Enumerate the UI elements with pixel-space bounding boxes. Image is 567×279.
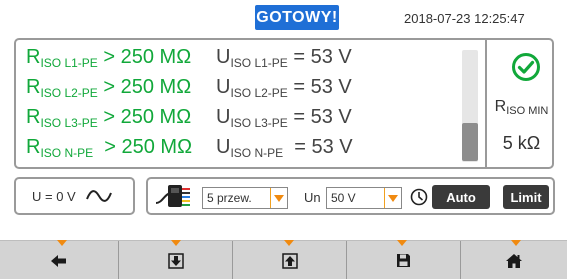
results-scrollbar[interactable] (462, 50, 478, 162)
result-row-n-pe: RISO N-PE > 250 MΩ UISO N-PE = 53 V (26, 136, 353, 162)
plug-adapter-icon[interactable] (154, 181, 194, 213)
un-select[interactable]: 50 V (326, 187, 402, 209)
voltage-box: U = 0 V (14, 177, 135, 215)
meter-screen: GOTOWY! 2018-07-23 12:25:47 RISO L1-PE >… (0, 0, 567, 279)
upload-arrow-icon (281, 252, 298, 269)
riso-l2-pe: RISO L2-PE > 250 MΩ (26, 76, 192, 100)
result-row-l1-pe: RISO L1-PE > 250 MΩ UISO L1-PE = 53 V (26, 46, 352, 72)
uiso-l1-pe: UISO L1-PE = 53 V (216, 46, 352, 70)
home-button[interactable] (461, 241, 567, 279)
riso-n-pe: RISO N-PE > 250 MΩ (26, 136, 193, 160)
wires-select[interactable]: 5 przew. (202, 187, 288, 209)
uiso-l3-pe: UISO L3-PE = 53 V (216, 106, 352, 130)
uiso-l2-pe: UISO L2-PE = 53 V (216, 76, 352, 100)
riso-l1-pe: RISO L1-PE > 250 MΩ (26, 46, 192, 70)
bottom-nav-bar (0, 240, 567, 279)
riso-min-value: 5 kΩ (502, 133, 541, 153)
result-row-l2-pe: RISO L2-PE > 250 MΩ UISO L2-PE = 53 V (26, 76, 352, 102)
save-button[interactable] (347, 241, 460, 279)
chevron-down-icon[interactable] (385, 188, 401, 208)
save-disk-icon (397, 254, 410, 267)
settings-bar: 5 przew. Un 50 V Auto Limit (146, 177, 555, 215)
check-circle-icon (512, 53, 540, 81)
un-select-value: 50 V (331, 191, 356, 205)
voltage-readout: U = 0 V (32, 188, 76, 204)
result-row-l3-pe: RISO L3-PE > 250 MΩ UISO L3-PE = 53 V (26, 106, 352, 132)
status-text: GOTOWY! (256, 8, 338, 26)
un-label: Un (304, 190, 321, 205)
datetime: 2018-07-23 12:25:47 (404, 11, 525, 26)
arrow-left-icon (51, 254, 66, 267)
home-icon (506, 253, 522, 268)
riso-l3-pe: RISO L3-PE > 250 MΩ (26, 106, 192, 130)
download-arrow-icon (167, 252, 184, 269)
panel-divider (485, 40, 487, 167)
upload-button[interactable] (233, 241, 346, 279)
uiso-n-pe: UISO N-PE = 53 V (216, 136, 353, 160)
clock-icon (410, 188, 428, 206)
download-button[interactable] (119, 241, 232, 279)
wires-select-value: 5 przew. (207, 191, 252, 205)
chevron-down-icon[interactable] (271, 188, 287, 208)
scrollbar-thumb[interactable] (462, 123, 478, 161)
riso-min-label: RISO MIN (494, 98, 549, 117)
status-badge: GOTOWY! (255, 5, 339, 30)
results-panel: RISO L1-PE > 250 MΩ UISO L1-PE = 53 V RI… (14, 38, 554, 169)
back-button[interactable] (0, 241, 118, 279)
auto-button[interactable]: Auto (432, 185, 490, 209)
limit-button[interactable]: Limit (503, 185, 549, 209)
sine-wave-icon (85, 190, 112, 202)
